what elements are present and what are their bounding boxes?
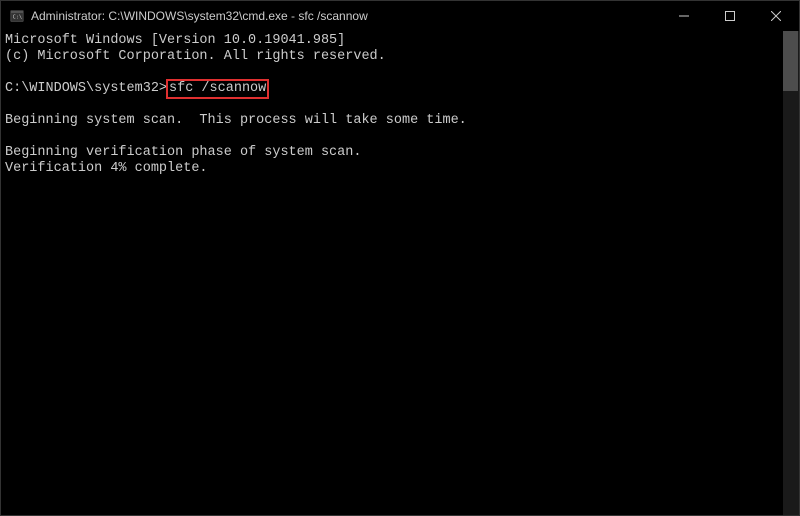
command-highlight: sfc /scannow: [166, 79, 269, 99]
window-controls: [661, 1, 799, 31]
verification-progress-line: Verification 4% complete.: [5, 161, 208, 176]
titlebar[interactable]: C:\ Administrator: C:\WINDOWS\system32\c…: [1, 1, 799, 31]
window-title: Administrator: C:\WINDOWS\system32\cmd.e…: [31, 9, 661, 23]
terminal-output[interactable]: Microsoft Windows [Version 10.0.19041.98…: [1, 31, 783, 515]
minimize-button[interactable]: [661, 1, 707, 31]
maximize-button[interactable]: [707, 1, 753, 31]
cmd-window: C:\ Administrator: C:\WINDOWS\system32\c…: [0, 0, 800, 516]
close-button[interactable]: [753, 1, 799, 31]
version-line: Microsoft Windows [Version 10.0.19041.98…: [5, 33, 345, 48]
prompt: C:\WINDOWS\system32>: [5, 81, 167, 96]
copyright-line: (c) Microsoft Corporation. All rights re…: [5, 49, 386, 64]
command-text: sfc /scannow: [169, 81, 266, 96]
scan-begin-line: Beginning system scan. This process will…: [5, 113, 467, 128]
content-area: Microsoft Windows [Version 10.0.19041.98…: [1, 31, 799, 515]
verification-phase-line: Beginning verification phase of system s…: [5, 145, 361, 160]
svg-text:C:\: C:\: [13, 15, 22, 21]
scrollbar-thumb[interactable]: [783, 31, 798, 91]
vertical-scrollbar[interactable]: [783, 31, 799, 515]
cmd-icon: C:\: [9, 8, 25, 24]
